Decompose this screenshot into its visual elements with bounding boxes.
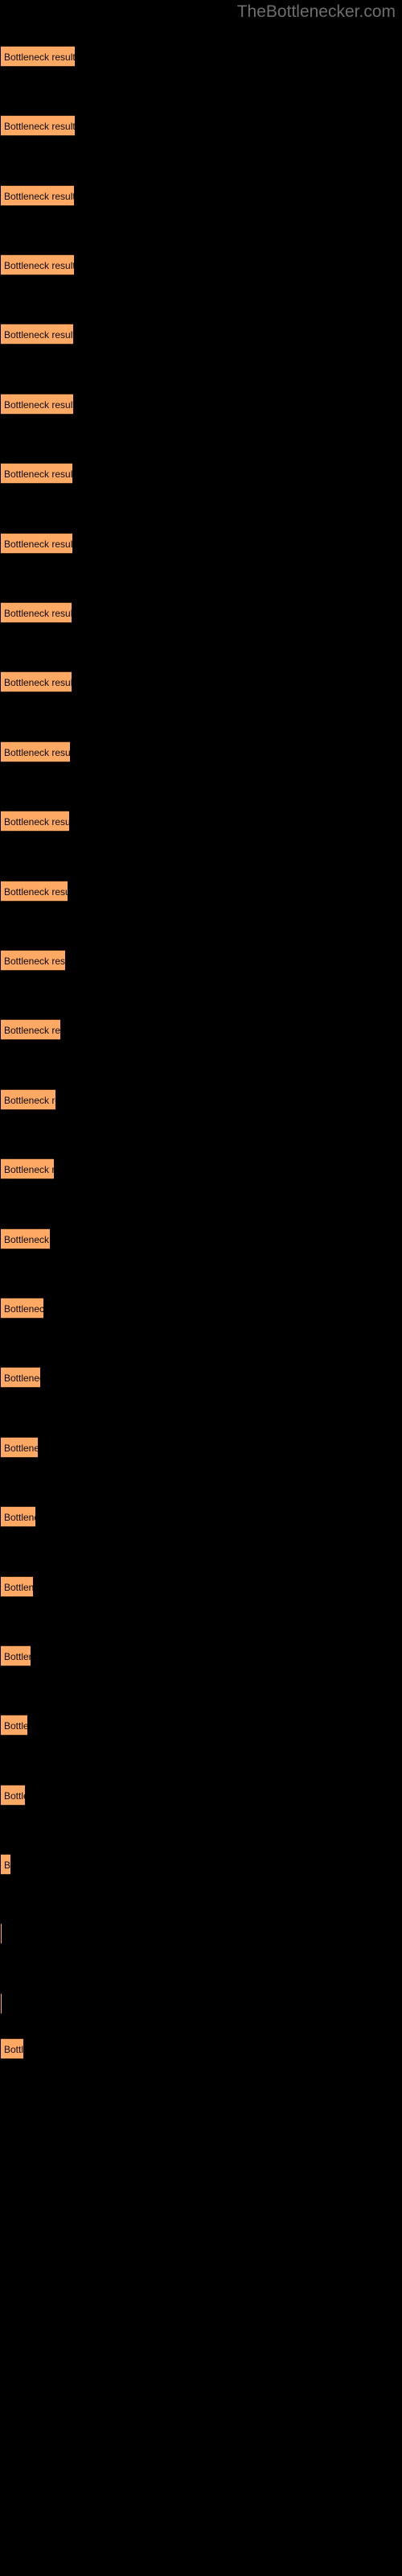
bottleneck-result-bar[interactable]: Bottleneck result (1, 394, 73, 415)
bar-label: Bottleneck result (4, 747, 70, 758)
bar-label: Bottleneck result (4, 1651, 31, 1662)
bar-label: Bottleneck result (4, 956, 65, 967)
bar-label: Bottleneck result (4, 1512, 35, 1523)
bottleneck-result-bar[interactable]: Bottleneck result (1, 1158, 54, 1179)
bar-label: Bottleneck result (4, 329, 73, 341)
bar-label: Bottleneck result (4, 1095, 55, 1106)
bottleneck-result-bar[interactable]: Bottleneck result (1, 324, 73, 345)
bar-row: Bottleneck result (0, 1506, 402, 1527)
bar-row: Bottleneck result (0, 1019, 402, 1040)
bar-row: Bottleneck result (0, 1645, 402, 1666)
bottleneck-result-bar[interactable]: Bottleneck result (1, 1576, 33, 1597)
bar-row: Bottleneck result (0, 1298, 402, 1319)
bar-label: Bottleneck result (4, 1582, 33, 1593)
bar-label: Bottleneck result (4, 1720, 27, 1732)
bar-label: Bottleneck result (4, 399, 73, 411)
bottleneck-result-bar[interactable]: Bottleneck result (1, 741, 70, 762)
bar-row: Bottleneck result (0, 1576, 402, 1597)
bottleneck-bar-chart: Bottleneck result Bottleneck result Bottle… (0, 0, 402, 2576)
bottleneck-result-bar[interactable]: Bottleneck result (1, 1298, 43, 1319)
bottleneck-result-bar[interactable]: Bottleneck result (1, 1854, 10, 1875)
bar-row: Bottleneck result (0, 185, 402, 206)
bar-label: Bottleneck result (4, 1860, 10, 1871)
bar-row: Bottleneck result (0, 2038, 402, 2059)
bar-row: Bottleneck result (0, 463, 402, 484)
bar-row: Bottleneck result (0, 1785, 402, 1806)
bar-label: Bottleneck result (4, 1443, 38, 1454)
bar-label: Bottleneck result (4, 608, 72, 619)
bar-label: Bottleneck result (4, 2044, 23, 2055)
bottleneck-result-bar[interactable]: Bottleneck result (1, 1785, 25, 1806)
bar-row: Bottleneck result (0, 1158, 402, 1179)
bar-row: Bottleneck result (0, 741, 402, 762)
bar-row: Bottleneck result (0, 1089, 402, 1110)
bar-row: Bottleneck result (0, 881, 402, 902)
bar-row: Bottleneck result (0, 1993, 402, 2014)
bottleneck-result-bar[interactable]: Bottleneck result (1, 1367, 40, 1388)
bottleneck-result-bar[interactable]: Bottleneck result (1, 1437, 38, 1458)
bar-label: Bottleneck result (4, 677, 72, 688)
bar-row: Bottleneck result (0, 811, 402, 832)
bottleneck-result-bar[interactable]: Bottleneck result (1, 463, 72, 484)
bottleneck-result-bar[interactable]: Bottleneck result (1, 1228, 50, 1249)
bar-label: Bottleneck result (4, 1234, 50, 1245)
bottleneck-result-bar[interactable]: Bottleneck result (1, 1993, 2, 2014)
bar-label: Bottleneck result (4, 1790, 25, 1802)
bar-row: Bottleneck result (0, 602, 402, 623)
bottleneck-result-bar[interactable]: Bottleneck result (1, 1089, 55, 1110)
bar-row: Bottleneck result (0, 671, 402, 692)
bar-row: Bottleneck result (0, 1228, 402, 1249)
bottleneck-result-bar[interactable]: Bottleneck result (1, 254, 74, 275)
bar-row: Bottleneck result (0, 324, 402, 345)
bar-row: Bottleneck result (0, 1923, 402, 1944)
bottleneck-result-bar[interactable]: Bottleneck result (1, 533, 72, 554)
bar-label: Bottleneck result (4, 260, 74, 271)
bar-label: Bottleneck result (4, 469, 72, 480)
bar-label: Bottleneck result (4, 1025, 60, 1036)
bar-row: Bottleneck result (0, 115, 402, 136)
bar-row: Bottleneck result (0, 1715, 402, 1736)
bar-label: Bottleneck result (4, 886, 68, 898)
bar-label: Bottleneck result (4, 121, 75, 132)
bottleneck-result-bar[interactable]: Bottleneck result (1, 1923, 2, 1944)
bar-label: Bottleneck result (4, 816, 69, 828)
bar-label: Bottleneck result (4, 539, 72, 550)
bar-row: Bottleneck result (0, 1854, 402, 1875)
bar-row: Bottleneck result (0, 394, 402, 415)
bottleneck-result-bar[interactable]: Bottleneck result (1, 46, 75, 67)
bottleneck-result-bar[interactable]: Bottleneck result (1, 950, 65, 971)
bottleneck-result-bar[interactable]: Bottleneck result (1, 1506, 35, 1527)
bar-label: Bottleneck result (4, 1303, 43, 1315)
bar-row: Bottleneck result (0, 950, 402, 971)
bottleneck-result-bar[interactable]: Bottleneck result (1, 602, 72, 623)
bottleneck-result-bar[interactable]: Bottleneck result (1, 671, 72, 692)
bar-row: Bottleneck result (0, 46, 402, 67)
bar-label: Bottleneck result (4, 1164, 54, 1175)
bottleneck-result-bar[interactable]: Bottleneck result (1, 185, 74, 206)
bar-row: Bottleneck result (0, 1437, 402, 1458)
bar-label: Bottleneck result (4, 191, 74, 202)
bottleneck-result-bar[interactable]: Bottleneck result (1, 1715, 27, 1736)
bottleneck-result-bar[interactable]: Bottleneck result (1, 881, 68, 902)
page-root: TheBottlenecker.com Bottleneck result Bot… (0, 0, 402, 2576)
bar-label: Bottleneck result (4, 1373, 40, 1384)
bar-row: Bottleneck result (0, 533, 402, 554)
bottleneck-result-bar[interactable]: Bottleneck result (1, 1645, 31, 1666)
bottleneck-result-bar[interactable]: Bottleneck result (1, 2038, 23, 2059)
bar-label: Bottleneck result (4, 52, 75, 63)
bar-row: Bottleneck result (0, 254, 402, 275)
bottleneck-result-bar[interactable]: Bottleneck result (1, 811, 69, 832)
bottleneck-result-bar[interactable]: Bottleneck result (1, 1019, 60, 1040)
bottleneck-result-bar[interactable]: Bottleneck result (1, 115, 75, 136)
bar-row: Bottleneck result (0, 1367, 402, 1388)
